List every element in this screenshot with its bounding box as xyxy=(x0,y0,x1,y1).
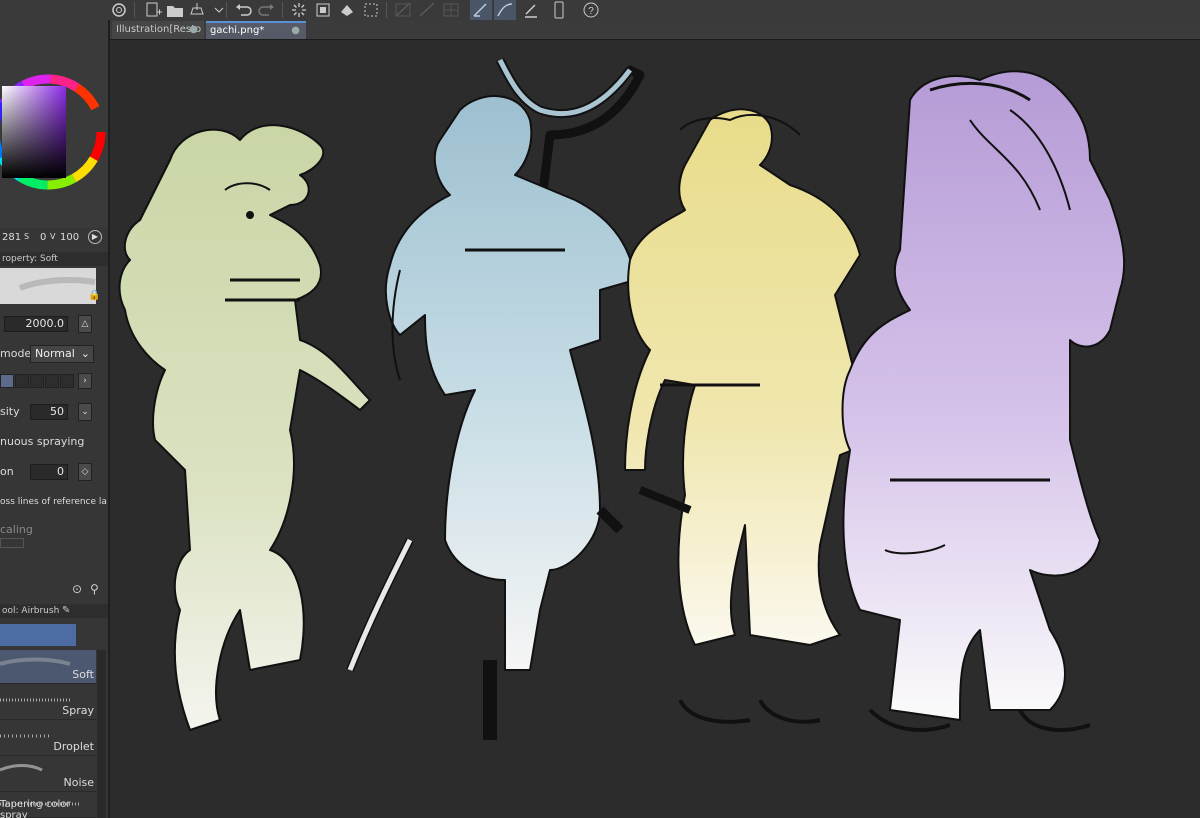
brush-preview xyxy=(0,268,96,304)
transform-icon[interactable] xyxy=(336,0,358,20)
scaling-label: caling xyxy=(0,523,33,536)
color-value-v: 100 xyxy=(60,232,80,243)
option-row: on 0 ◇ xyxy=(0,462,106,482)
figure-dreadlocks xyxy=(841,70,1126,732)
brush-label: Droplet xyxy=(53,740,94,753)
figure-worker-with-hammer xyxy=(596,108,872,724)
lock-icon[interactable]: 🔒 xyxy=(88,290,100,301)
option-stepper-icon[interactable]: ◇ xyxy=(78,463,92,481)
swatch[interactable] xyxy=(0,374,14,388)
scaling-row: caling xyxy=(0,520,106,540)
selection-icon[interactable] xyxy=(360,0,382,20)
edit-icon[interactable] xyxy=(520,0,542,20)
scaling-slider[interactable] xyxy=(0,538,24,548)
new-canvas-icon[interactable] xyxy=(142,0,164,20)
brush-size-input[interactable]: 2000.0 xyxy=(4,316,68,332)
airbrush-group-icon[interactable] xyxy=(0,624,76,646)
brush-item-noise[interactable]: Noise xyxy=(0,758,96,792)
undo-icon[interactable] xyxy=(232,0,254,20)
color-wheel-panel xyxy=(0,20,108,228)
blending-mode-label: mode xyxy=(0,347,32,360)
density-input[interactable]: 50 xyxy=(30,404,68,420)
blending-mode-dropdown[interactable]: Normal ⌄ xyxy=(30,345,94,363)
tab-close-icon[interactable]: ● xyxy=(189,21,198,39)
chevron-right-icon[interactable]: › xyxy=(78,373,92,389)
snap-icon[interactable] xyxy=(392,0,414,20)
swatch[interactable] xyxy=(45,374,59,388)
tab-gachi[interactable]: gachi.png* ● xyxy=(206,21,306,39)
brush-size-triangle-icon[interactable]: △ xyxy=(78,315,92,333)
color-values: 281 S 0 V 100 ▶ xyxy=(0,230,108,248)
figure-man-with-staff xyxy=(346,57,645,740)
swatch[interactable] xyxy=(30,374,44,388)
v-icon: V xyxy=(50,232,56,241)
tab-illustration[interactable]: Illustration[Resto ● xyxy=(112,21,204,39)
s-icon: S xyxy=(24,232,30,241)
redo-icon[interactable] xyxy=(256,0,278,20)
color-value-s: 0 xyxy=(40,232,47,243)
density-chevron-icon[interactable]: ⌄ xyxy=(78,403,92,421)
density-label: sity xyxy=(0,405,20,418)
wrench-icon[interactable]: ⚲ xyxy=(90,582,99,596)
blending-mode-row: mode Normal ⌄ xyxy=(0,344,106,364)
brush-label: Tapering color spray xyxy=(0,799,71,818)
phone-icon[interactable] xyxy=(548,0,570,20)
swatch[interactable] xyxy=(60,374,74,388)
color-mode-icon[interactable]: ▶ xyxy=(88,230,102,244)
clip-studio-icon[interactable] xyxy=(108,0,130,20)
ruler-icon[interactable] xyxy=(416,0,438,20)
option-input[interactable]: 0 xyxy=(30,464,68,480)
menu-chevron-icon[interactable] xyxy=(208,0,224,20)
brush-label: Noise xyxy=(63,776,94,789)
sub-tool-title: ool: Airbrush xyxy=(2,606,60,616)
line-icon[interactable] xyxy=(494,0,516,20)
option-label: on xyxy=(0,465,14,478)
brush-item-tapering[interactable]: Tapering color spray xyxy=(0,794,96,818)
reference-lines-label: oss lines of reference la xyxy=(0,497,107,507)
left-panel: 281 S 0 V 100 ▶ roperty: Soft 🔒 2000.0 △… xyxy=(0,20,110,818)
brush-label: Spray xyxy=(62,704,94,717)
figure-girl-with-cap xyxy=(118,124,371,731)
open-folder-icon[interactable] xyxy=(164,0,186,20)
blending-mode-value: Normal xyxy=(35,347,75,360)
svg-text:?: ? xyxy=(588,6,594,17)
pen-icon[interactable] xyxy=(470,0,492,20)
tab-label: gachi.png* xyxy=(210,25,265,36)
color-wheel[interactable] xyxy=(0,20,108,228)
brush-item-spray[interactable]: Spray xyxy=(0,686,96,720)
texture-swatch-row: › xyxy=(0,372,106,390)
save-icon[interactable] xyxy=(186,0,208,20)
brush-item-soft[interactable]: Soft xyxy=(0,650,96,684)
brush-size-row: 2000.0 △ xyxy=(0,314,106,334)
reference-lines-row[interactable]: oss lines of reference la xyxy=(0,494,107,514)
continuous-spraying-row[interactable]: nuous spraying xyxy=(0,432,106,452)
help-icon[interactable]: ? xyxy=(580,0,602,20)
continuous-spraying-label: nuous spraying xyxy=(0,435,85,448)
loading-icon[interactable] xyxy=(288,0,310,20)
brush-list-scrollbar[interactable] xyxy=(97,650,106,818)
color-value-h: 281 xyxy=(2,232,22,243)
density-row: sity 50 ⌄ xyxy=(0,402,106,422)
swatch[interactable] xyxy=(15,374,29,388)
document-tabs: Illustration[Resto ● gachi.png* ● xyxy=(110,20,1200,40)
artwork xyxy=(118,57,1126,740)
settings-icon[interactable]: ⊙ xyxy=(72,582,82,596)
sub-tool-header: ool: Airbrush ✎ xyxy=(0,604,108,618)
tab-close-icon[interactable]: ● xyxy=(291,23,300,38)
canvas[interactable] xyxy=(110,40,1200,818)
fill-icon[interactable] xyxy=(312,0,334,20)
top-toolbar: ? xyxy=(0,0,1200,21)
chevron-down-icon: ⌄ xyxy=(80,347,90,360)
pencil-icon[interactable]: ✎ xyxy=(62,604,70,618)
brush-item-droplet[interactable]: Droplet xyxy=(0,722,96,756)
grid-icon[interactable] xyxy=(440,0,462,20)
brush-label: Soft xyxy=(72,668,94,681)
tool-property-header: roperty: Soft xyxy=(0,252,108,266)
